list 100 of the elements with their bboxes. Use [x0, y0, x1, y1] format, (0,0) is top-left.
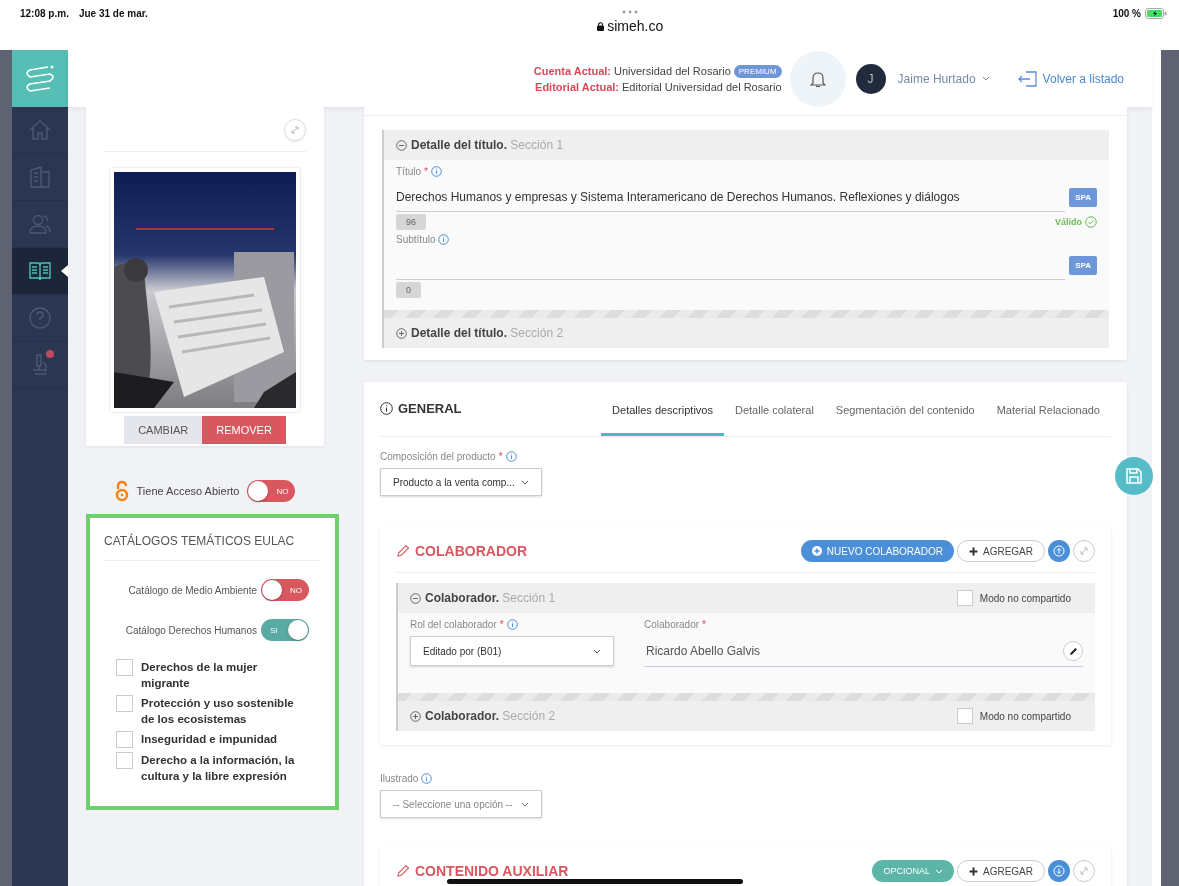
role-select[interactable]: Editado por (B01): [410, 636, 614, 666]
pencil-icon: [1068, 646, 1078, 656]
tab[interactable]: Detalle colateral: [723, 390, 825, 436]
chevron-icon: [521, 801, 529, 807]
info-icon: [380, 402, 393, 415]
tab[interactable]: Material Relacionado: [985, 390, 1111, 436]
app-logo[interactable]: [12, 50, 68, 107]
section-title[interactable]: Colaborador. Sección 1: [425, 591, 556, 605]
add-button[interactable]: AGREGAR: [957, 860, 1045, 882]
collaborator-title: COLABORADOR: [415, 543, 527, 559]
plus-circle-icon: [811, 546, 822, 556]
open-access-toggle[interactable]: NO: [247, 480, 296, 502]
unshared-checkbox[interactable]: [956, 590, 973, 606]
collaborator-field[interactable]: Ricardo Abello Galvis: [644, 643, 1063, 659]
field-label: Subtítulo: [396, 234, 436, 245]
collapse-button[interactable]: [1048, 540, 1070, 562]
account-label: Cuenta Actual:: [533, 65, 611, 77]
arrow-up-icon: [1053, 545, 1065, 557]
auxiliary-title: CONTENIDO AUXILIAR: [415, 863, 569, 879]
account-name: Universidad del Rosario: [614, 65, 731, 77]
section-title[interactable]: Detalle del título. Sección 1: [411, 138, 564, 152]
catalog-label: Catálogo Derechos Humanos: [125, 624, 257, 636]
arrow-down-icon: [1053, 865, 1065, 877]
info-icon[interactable]: [430, 166, 442, 177]
open-access-icon: [114, 480, 129, 502]
more-icon[interactable]: [622, 10, 639, 14]
character-count: 0: [396, 282, 421, 298]
topic-checkbox[interactable]: [116, 731, 133, 748]
tab[interactable]: Segmentación del contenido: [824, 390, 986, 436]
open-access-label: Tiene Acceso Abierto: [136, 485, 240, 497]
collapse-icon[interactable]: [410, 592, 421, 604]
field-label: Rol del colaborador: [410, 619, 497, 630]
expand-icon: [1079, 546, 1089, 556]
back-link[interactable]: Volver a listado: [1017, 69, 1124, 88]
text-field[interactable]: Derechos Humanos y empresas y Sistema Interamericano de Derechos Humanos. Reflexiones y diálogos: [396, 183, 1066, 212]
pencil-icon: [396, 544, 410, 558]
catalogs-title: CATÁLOGOS TEMÁTICOS EULAC: [104, 534, 321, 561]
user-menu[interactable]: Jaime Hurtado: [891, 70, 996, 87]
required-mark: *: [499, 619, 504, 630]
expand-down-button[interactable]: [1048, 860, 1070, 882]
exit-icon: [1017, 69, 1038, 88]
battery-percent: 100 %: [1112, 8, 1141, 19]
section-title[interactable]: Colaborador. Sección 2: [425, 709, 556, 723]
topic-label: Derecho a la información, la cultura y la libre expresión: [141, 753, 296, 784]
section-title[interactable]: Detalle del título. Sección 2: [411, 326, 564, 340]
editorial-name: Editorial Universidad del Rosario: [622, 80, 782, 93]
home-icon: [27, 117, 53, 143]
add-button[interactable]: AGREGAR: [957, 540, 1045, 562]
sidebar-item[interactable]: [12, 248, 68, 295]
catalog-label: Catálogo de Medio Ambiente: [128, 584, 257, 596]
expand-icon: [290, 125, 300, 135]
topic-label: Protección y uso sostenible de los ecosistemas: [141, 696, 295, 727]
field-label: Título: [396, 166, 421, 177]
field-label: Composición del producto: [380, 451, 496, 462]
unshared-label: Modo no compartido: [979, 592, 1071, 604]
info-icon[interactable]: [421, 773, 433, 784]
bell-icon: [809, 69, 826, 88]
composition-select[interactable]: Producto a la venta comp...: [380, 468, 542, 496]
chevron-icon: [981, 76, 990, 81]
help-icon: [27, 305, 53, 331]
status-date: Jue 31 de mar.: [78, 8, 148, 21]
expand-icon[interactable]: [396, 327, 407, 339]
info-icon[interactable]: [505, 451, 517, 462]
topic-checkbox[interactable]: [116, 695, 133, 712]
info-icon[interactable]: [438, 234, 450, 245]
save-icon: [1125, 467, 1143, 485]
lock-icon: [597, 21, 605, 31]
topic-checkbox[interactable]: [116, 752, 133, 769]
unshared-checkbox[interactable]: [956, 708, 973, 724]
chevron-icon: [521, 479, 529, 485]
url-text[interactable]: simeh.co: [607, 18, 664, 34]
collapse-icon[interactable]: [396, 139, 407, 151]
cover-button[interactable]: REMOVER: [202, 416, 286, 444]
expand-icon[interactable]: [410, 710, 421, 722]
topic-label: Derechos de la mujer migrante: [141, 660, 259, 691]
info-icon[interactable]: [506, 619, 518, 630]
chevron-icon: [593, 648, 601, 654]
field-label: Colaborador: [644, 619, 700, 630]
edit-button[interactable]: [1063, 641, 1083, 661]
character-count: 96: [396, 214, 426, 230]
building-icon: [27, 164, 53, 190]
chevron-icon: [935, 868, 943, 874]
status-time: 12:08 p.m.: [20, 8, 69, 21]
user-avatar[interactable]: J: [855, 63, 886, 94]
expand-button[interactable]: [1073, 860, 1095, 882]
valid-status: Válido: [1055, 217, 1082, 227]
battery-icon: [1145, 8, 1167, 19]
new-collaborator-button[interactable]: NUEVO COLABORADOR: [800, 540, 954, 562]
pencil-icon: [396, 864, 410, 878]
cover-button[interactable]: CAMBIAR: [124, 416, 203, 444]
premium-badge: PREMIUM: [733, 64, 782, 78]
required-mark: *: [702, 619, 706, 630]
topic-checkbox[interactable]: [116, 659, 133, 676]
unshared-label: Modo no compartido: [979, 710, 1071, 722]
plus-icon: [969, 546, 978, 556]
expand-button[interactable]: [1073, 540, 1095, 562]
illustrated-select[interactable]: -- Seleccione una opción --: [380, 790, 542, 818]
field-label: Ilustrado: [380, 773, 419, 784]
catalog-toggle[interactable]: NO: [261, 579, 309, 601]
tab[interactable]: Detalles descriptivos: [601, 390, 724, 436]
